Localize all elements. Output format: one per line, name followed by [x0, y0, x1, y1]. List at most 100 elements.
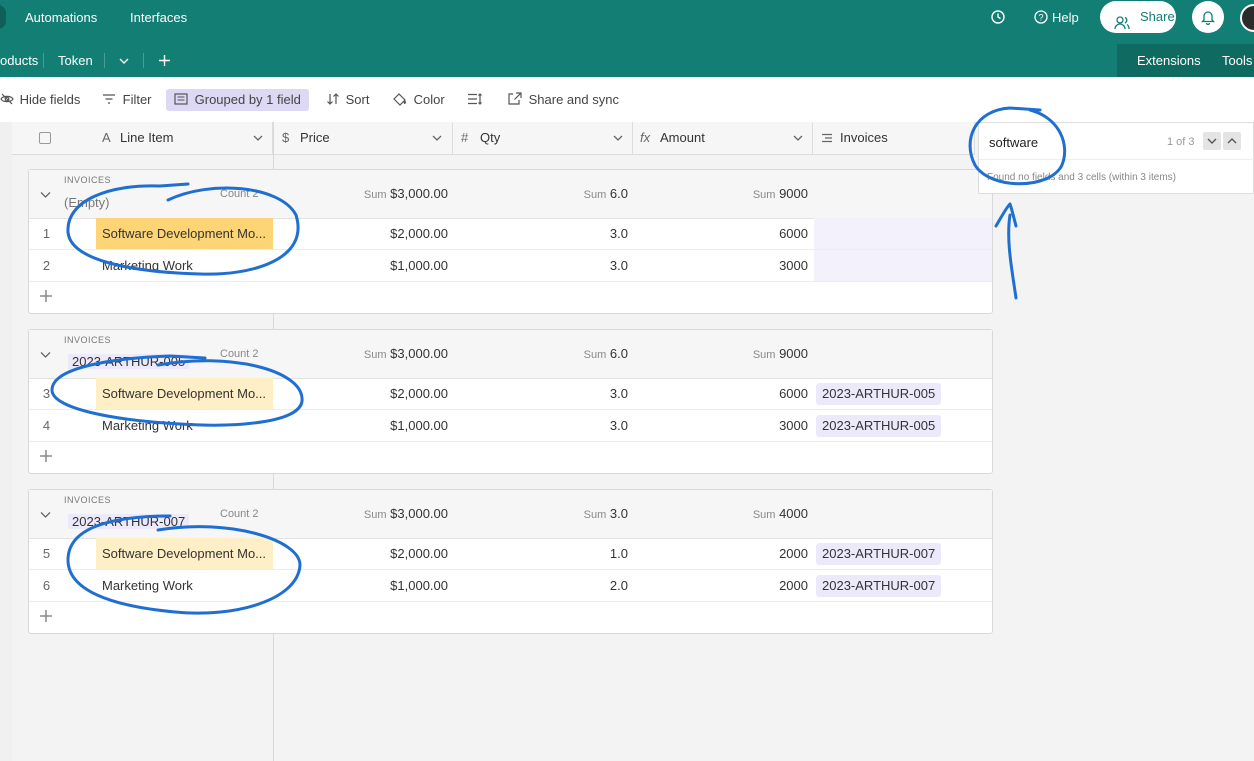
- price-sum[interactable]: Sum $3,000.00: [274, 170, 454, 218]
- amount-sum[interactable]: Sum 9000: [634, 170, 814, 218]
- hide-fields-button[interactable]: Hide fields: [0, 89, 80, 111]
- amount-sum[interactable]: Sum 4000: [634, 490, 814, 538]
- column-header-invoices[interactable]: Invoices: [813, 122, 975, 154]
- column-header-line-item[interactable]: A Line Item: [12, 122, 273, 154]
- invoices-cell[interactable]: 2023-ARTHUR-005: [814, 378, 992, 409]
- row-height-button[interactable]: [467, 89, 483, 111]
- invoices-header: Invoices: [840, 130, 888, 145]
- chevron-down-icon[interactable]: [40, 349, 51, 360]
- invoices-cell[interactable]: 2023-ARTHUR-005: [814, 410, 992, 441]
- select-all-checkbox[interactable]: [39, 132, 51, 144]
- chevron-down-icon[interactable]: [40, 189, 51, 200]
- column-header-price[interactable]: $ Price: [273, 122, 453, 154]
- sort-button[interactable]: Sort: [326, 89, 369, 111]
- tab-token[interactable]: Token: [58, 44, 93, 77]
- tab-products[interactable]: oducts: [0, 44, 38, 77]
- table-row[interactable]: 1 Software Development Mo... $2,000.00 3…: [29, 218, 992, 250]
- chevron-down-icon[interactable]: [253, 133, 263, 143]
- qty-cell[interactable]: 2.0: [454, 570, 634, 601]
- invoices-cell[interactable]: [814, 218, 992, 249]
- price-cell[interactable]: $1,000.00: [274, 570, 454, 601]
- amount-cell[interactable]: 6000: [634, 218, 814, 249]
- avatar[interactable]: [1240, 4, 1254, 32]
- line-item-cell[interactable]: Marketing Work: [96, 410, 273, 441]
- filter-label: Filter: [122, 92, 152, 107]
- chevron-down-icon[interactable]: [793, 133, 803, 143]
- amount-sum-value: 9000: [779, 186, 808, 201]
- nav-interfaces[interactable]: Interfaces: [130, 0, 187, 44]
- add-record-icon[interactable]: [39, 449, 53, 463]
- color-button[interactable]: Color: [392, 89, 445, 111]
- price-cell[interactable]: $2,000.00: [274, 538, 454, 569]
- price-cell[interactable]: $1,000.00: [274, 250, 454, 281]
- add-record-icon[interactable]: [39, 609, 53, 623]
- group-field-label: INVOICES: [64, 175, 112, 185]
- column-header-amount[interactable]: fx Amount: [633, 122, 813, 154]
- line-item-cell[interactable]: Software Development Mo...: [96, 538, 273, 569]
- line-item-cell[interactable]: Marketing Work: [96, 570, 273, 601]
- table-row[interactable]: 6 Marketing Work $1,000.00 2.0 2000 2023…: [29, 570, 992, 602]
- search-input[interactable]: software: [989, 135, 1038, 150]
- invoices-cell[interactable]: 2023-ARTHUR-007: [814, 570, 992, 601]
- table-row[interactable]: 3 Software Development Mo... $2,000.00 3…: [29, 378, 992, 410]
- add-record-icon[interactable]: [39, 289, 53, 303]
- price-cell[interactable]: $1,000.00: [274, 410, 454, 441]
- previous-result-button[interactable]: [1223, 132, 1241, 150]
- history-icon[interactable]: [990, 9, 1006, 25]
- paint-bucket-icon: [393, 93, 406, 106]
- logo-icon[interactable]: [0, 5, 6, 29]
- table-row[interactable]: 4 Marketing Work $1,000.00 3.0 3000 2023…: [29, 410, 992, 442]
- price-cell[interactable]: $2,000.00: [274, 218, 454, 249]
- table-row[interactable]: 2 Marketing Work $1,000.00 3.0 3000: [29, 250, 992, 282]
- price-cell[interactable]: $2,000.00: [274, 378, 454, 409]
- chevron-down-icon[interactable]: [40, 509, 51, 520]
- invoice-chip[interactable]: 2023-ARTHUR-007: [816, 543, 942, 565]
- price-sum[interactable]: Sum $3,000.00: [274, 330, 454, 378]
- help-link[interactable]: Help: [1052, 0, 1079, 44]
- invoices-cell[interactable]: [814, 250, 992, 281]
- amount-cell[interactable]: 2000: [634, 538, 814, 569]
- line-item-cell[interactable]: Software Development Mo...: [96, 378, 273, 409]
- invoice-chip[interactable]: 2023-ARTHUR-005: [816, 415, 942, 437]
- next-result-button[interactable]: [1203, 132, 1221, 150]
- amount-sum[interactable]: Sum 9000: [634, 330, 814, 378]
- row-number: 1: [42, 226, 51, 241]
- amount-cell[interactable]: 3000: [634, 410, 814, 441]
- invoice-chip[interactable]: 2023-ARTHUR-007: [816, 575, 942, 597]
- qty-cell[interactable]: 3.0: [454, 250, 634, 281]
- qty-sum[interactable]: Sum 6.0: [454, 170, 634, 218]
- qty-cell[interactable]: 3.0: [454, 378, 634, 409]
- help-icon[interactable]: ?: [1034, 10, 1048, 24]
- group-button[interactable]: Grouped by 1 field: [166, 89, 309, 111]
- amount-cell[interactable]: 2000: [634, 570, 814, 601]
- add-table-icon[interactable]: [158, 54, 171, 67]
- qty-cell[interactable]: 3.0: [454, 410, 634, 441]
- invoice-chip[interactable]: 2023-ARTHUR-005: [816, 383, 942, 405]
- line-item-cell[interactable]: Marketing Work: [96, 250, 273, 281]
- qty-cell[interactable]: 1.0: [454, 538, 634, 569]
- filter-button[interactable]: Filter: [102, 89, 152, 111]
- extensions-button[interactable]: Extensions: [1137, 44, 1201, 77]
- share-sync-button[interactable]: Share and sync: [508, 89, 619, 111]
- share-button[interactable]: Share: [1100, 1, 1176, 33]
- price-sum[interactable]: Sum $3,000.00: [274, 490, 454, 538]
- column-header-qty[interactable]: # Qty: [453, 122, 633, 154]
- amount-cell[interactable]: 3000: [634, 250, 814, 281]
- chevron-down-icon[interactable]: [118, 55, 130, 67]
- chevron-down-icon[interactable]: [432, 133, 442, 143]
- sum-label: Sum: [752, 189, 776, 201]
- amount-header: Amount: [660, 130, 705, 145]
- amount-cell[interactable]: 6000: [634, 378, 814, 409]
- qty-cell[interactable]: 3.0: [454, 218, 634, 249]
- qty-sum[interactable]: Sum 3.0: [454, 490, 634, 538]
- nav-automations[interactable]: Automations: [25, 0, 97, 44]
- tools-button[interactable]: Tools: [1222, 44, 1252, 77]
- table-row[interactable]: 5 Software Development Mo... $2,000.00 1…: [29, 538, 992, 570]
- invoices-cell[interactable]: 2023-ARTHUR-007: [814, 538, 992, 569]
- chevron-down-icon[interactable]: [613, 133, 623, 143]
- line-item-cell[interactable]: Software Development Mo...: [96, 218, 273, 249]
- group-label: Grouped by 1 field: [194, 92, 301, 107]
- bell-icon: [1201, 11, 1215, 25]
- notifications-button[interactable]: [1192, 1, 1224, 33]
- qty-sum[interactable]: Sum 6.0: [454, 330, 634, 378]
